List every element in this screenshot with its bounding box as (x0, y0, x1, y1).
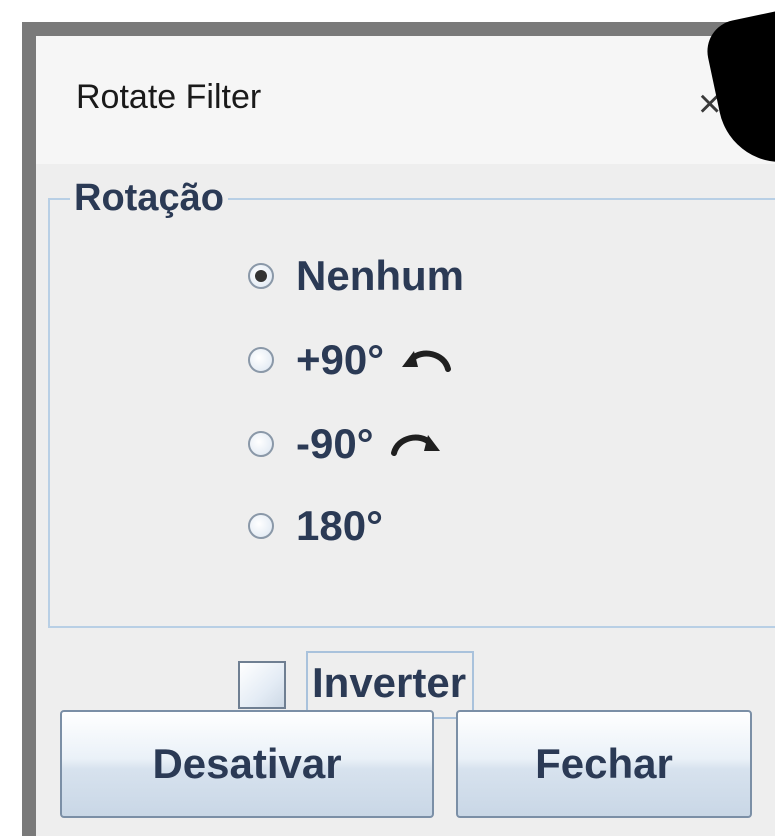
background (0, 0, 22, 836)
radio-button[interactable] (248, 347, 274, 373)
disable-button[interactable]: Desativar (60, 710, 434, 818)
dialog-title: Rotate Filter (76, 78, 262, 116)
background (0, 0, 775, 22)
radio-option-180[interactable]: 180° (248, 498, 383, 554)
radio-label: -90° (296, 420, 374, 467)
radio-button[interactable] (248, 513, 274, 539)
title-bar[interactable]: Rotate Filter × (36, 4, 775, 174)
radio-option-minus-90[interactable]: -90° (248, 416, 444, 472)
dialog-content: Rotação Nenhum +90° -90° 180° Inverter D… (36, 164, 775, 836)
rotate-filter-dialog: Rotate Filter × Rotação Nenhum +90° -90° (36, 4, 775, 836)
radio-option-plus-90[interactable]: +90° (248, 332, 454, 388)
radio-label: Nenhum (296, 252, 464, 299)
rotate-counterclockwise-icon (402, 350, 452, 372)
radio-button[interactable] (248, 263, 274, 289)
rotate-clockwise-icon (390, 434, 440, 456)
radio-option-nenhum[interactable]: Nenhum (248, 248, 464, 304)
close-button[interactable]: Fechar (456, 710, 752, 818)
invert-label[interactable]: Inverter (306, 651, 475, 719)
rotation-group-legend: Rotação (70, 174, 228, 222)
radio-button[interactable] (248, 431, 274, 457)
radio-label: +90° (296, 336, 385, 383)
invert-checkbox[interactable] (238, 661, 286, 709)
radio-selected-dot (255, 270, 267, 282)
radio-label: 180° (296, 502, 383, 549)
